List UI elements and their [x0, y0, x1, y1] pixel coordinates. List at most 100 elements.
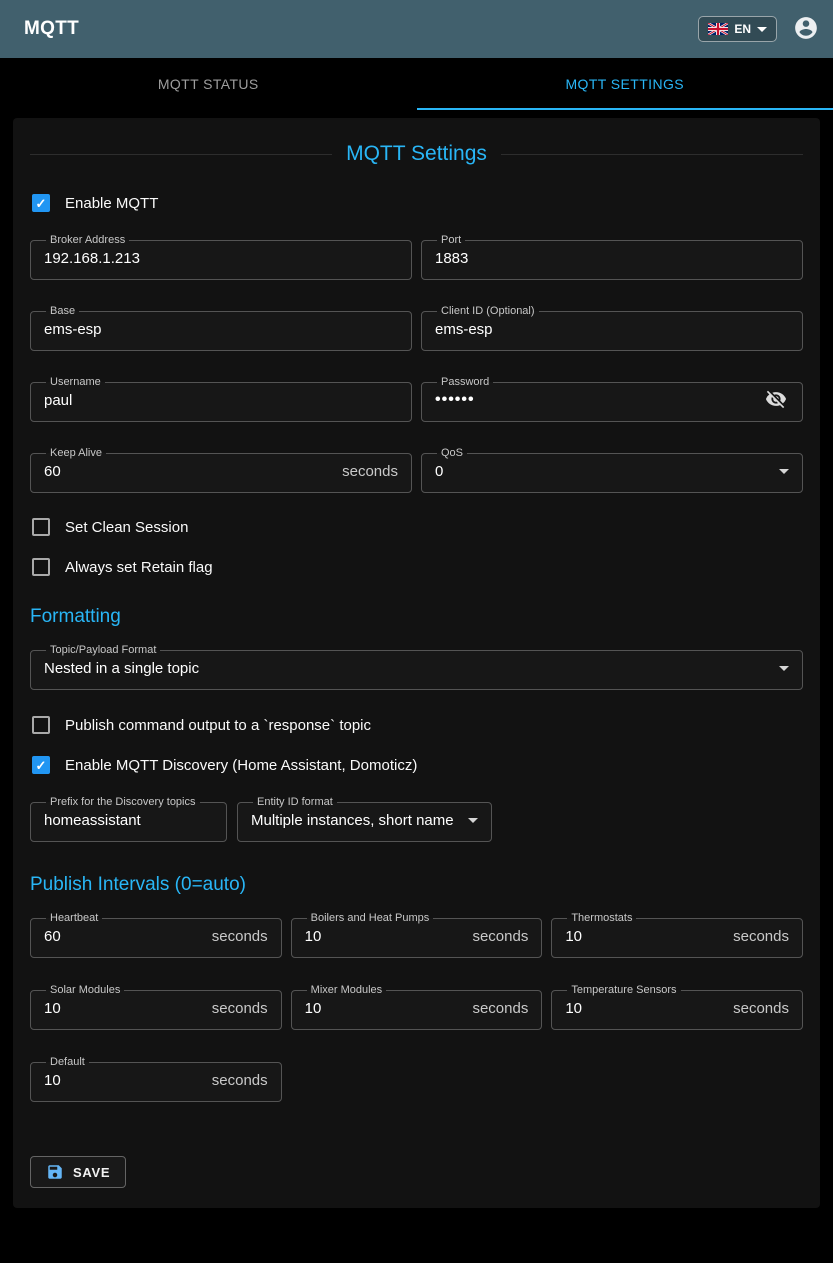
unit-suffix: seconds — [212, 928, 268, 945]
unit-suffix: seconds — [212, 1072, 268, 1089]
account-button[interactable] — [793, 15, 819, 44]
field-label: Entity ID format — [253, 796, 337, 808]
entity-id-format-select[interactable]: Entity ID format Multiple instances, sho… — [237, 796, 492, 842]
base-clientid-row: Base Client ID (Optional) — [30, 305, 803, 351]
visibility-off-icon — [765, 388, 787, 413]
mixer-interval-input[interactable] — [305, 1000, 465, 1017]
app-title: MQTT — [24, 18, 79, 40]
discovery-prefix-field: Prefix for the Discovery topics — [30, 796, 227, 842]
toggle-password-visibility-button[interactable] — [763, 386, 789, 415]
default-interval-field: Default seconds — [30, 1056, 282, 1102]
unit-suffix: seconds — [733, 928, 789, 945]
thermostats-interval-input[interactable] — [565, 928, 725, 945]
field-label: QoS — [437, 447, 467, 459]
enable-mqtt-checkbox[interactable] — [32, 194, 50, 212]
topic-format-selected-value: Nested in a single topic — [44, 660, 779, 677]
mqtt-settings-panel: MQTT Settings Enable MQTT Broker Address… — [13, 118, 820, 1208]
dropdown-arrow-icon — [468, 818, 478, 823]
checkbox-label: Enable MQTT Discovery (Home Assistant, D… — [65, 757, 417, 774]
heartbeat-interval-input[interactable] — [44, 928, 204, 945]
solar-interval-field: Solar Modules seconds — [30, 984, 282, 1030]
qos-select[interactable]: QoS 0 — [421, 447, 803, 493]
uk-flag-icon — [708, 23, 728, 35]
dropdown-arrow-icon — [779, 469, 789, 474]
retain-flag-row[interactable]: Always set Retain flag — [30, 558, 803, 576]
username-input[interactable] — [44, 392, 398, 409]
tab-bar: MQTT STATUS MQTT SETTINGS — [0, 58, 833, 110]
unit-suffix: seconds — [212, 1000, 268, 1017]
field-label: Heartbeat — [46, 912, 102, 924]
solar-interval-input[interactable] — [44, 1000, 204, 1017]
language-selector[interactable]: EN — [698, 16, 777, 42]
appbar-actions: EN — [698, 15, 819, 44]
temperature-sensors-interval-field: Temperature Sensors seconds — [551, 984, 803, 1030]
default-interval-input[interactable] — [44, 1072, 204, 1089]
divider — [501, 154, 803, 155]
tab-mqtt-status[interactable]: MQTT STATUS — [0, 58, 417, 110]
field-label: Boilers and Heat Pumps — [307, 912, 434, 924]
unit-suffix: seconds — [472, 928, 528, 945]
mqtt-discovery-row[interactable]: Enable MQTT Discovery (Home Assistant, D… — [30, 756, 803, 774]
field-label: Mixer Modules — [307, 984, 387, 996]
language-label: EN — [734, 22, 751, 36]
app-bar: MQTT EN — [0, 0, 833, 58]
broker-address-field: Broker Address — [30, 234, 412, 280]
port-input[interactable] — [435, 250, 789, 267]
broker-port-row: Broker Address Port — [30, 234, 803, 280]
field-label: Thermostats — [567, 912, 636, 924]
entity-id-format-selected-value: Multiple instances, short name — [251, 812, 468, 829]
mixer-interval-field: Mixer Modules seconds — [291, 984, 543, 1030]
save-button-label: SAVE — [73, 1165, 110, 1180]
checkbox-label: Publish command output to a `response` t… — [65, 717, 371, 734]
unit-suffix: seconds — [733, 1000, 789, 1017]
clean-session-checkbox[interactable] — [32, 518, 50, 536]
publish-intervals-section-title: Publish Intervals (0=auto) — [30, 874, 803, 896]
password-input[interactable] — [435, 391, 757, 409]
keep-alive-field: Keep Alive seconds — [30, 447, 412, 493]
base-field: Base — [30, 305, 412, 351]
qos-selected-value: 0 — [435, 463, 779, 480]
keepalive-qos-row: Keep Alive seconds QoS 0 — [30, 447, 803, 493]
unit-suffix: seconds — [342, 463, 398, 480]
tab-label: MQTT SETTINGS — [566, 76, 685, 92]
field-label: Password — [437, 376, 493, 388]
page-title: MQTT Settings — [346, 142, 487, 166]
dropdown-arrow-icon — [757, 27, 767, 32]
enable-mqtt-row[interactable]: Enable MQTT — [30, 194, 803, 212]
field-label: Broker Address — [46, 234, 129, 246]
tab-mqtt-settings[interactable]: MQTT SETTINGS — [417, 58, 833, 110]
username-field: Username — [30, 376, 412, 422]
response-topic-row[interactable]: Publish command output to a `response` t… — [30, 716, 803, 734]
dropdown-arrow-icon — [779, 666, 789, 671]
port-field: Port — [421, 234, 803, 280]
base-input[interactable] — [44, 321, 398, 338]
save-icon — [46, 1163, 64, 1181]
boilers-interval-field: Boilers and Heat Pumps seconds — [291, 912, 543, 958]
save-button[interactable]: SAVE — [30, 1156, 126, 1188]
page-title-row: MQTT Settings — [30, 142, 803, 166]
topic-payload-format-select[interactable]: Topic/Payload Format Nested in a single … — [30, 644, 803, 690]
password-field: Password — [421, 376, 803, 422]
formatting-section-title: Formatting — [30, 606, 803, 628]
temperature-sensors-interval-input[interactable] — [565, 1000, 725, 1017]
active-tab-indicator — [417, 108, 833, 110]
account-circle-icon — [793, 15, 819, 44]
discovery-options-row: Prefix for the Discovery topics Entity I… — [30, 796, 803, 842]
broker-address-input[interactable] — [44, 250, 398, 267]
divider — [30, 154, 332, 155]
boilers-interval-input[interactable] — [305, 928, 465, 945]
response-topic-checkbox[interactable] — [32, 716, 50, 734]
credentials-row: Username Password — [30, 376, 803, 422]
unit-suffix: seconds — [472, 1000, 528, 1017]
mqtt-discovery-checkbox[interactable] — [32, 756, 50, 774]
client-id-input[interactable] — [435, 321, 789, 338]
field-label: Default — [46, 1056, 89, 1068]
checkbox-label: Enable MQTT — [65, 195, 158, 212]
discovery-prefix-input[interactable] — [44, 812, 213, 829]
field-label: Base — [46, 305, 79, 317]
retain-flag-checkbox[interactable] — [32, 558, 50, 576]
keep-alive-input[interactable] — [44, 463, 334, 480]
checkbox-label: Always set Retain flag — [65, 559, 213, 576]
clean-session-row[interactable]: Set Clean Session — [30, 518, 803, 536]
heartbeat-interval-field: Heartbeat seconds — [30, 912, 282, 958]
